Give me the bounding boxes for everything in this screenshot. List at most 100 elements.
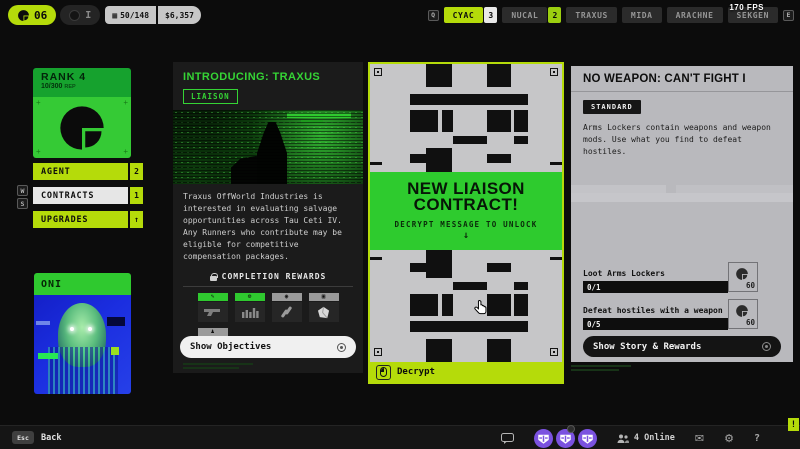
rep-reward-box: 60 <box>728 299 758 329</box>
modules-value: 50/148 <box>120 11 149 20</box>
back-button[interactable]: Back <box>41 433 61 443</box>
credits-value: $6,357 <box>165 11 194 20</box>
divider <box>571 91 793 92</box>
notification-badge[interactable]: ! <box>788 418 799 431</box>
mail-icon[interactable]: ✉ <box>695 433 704 444</box>
prev-faction-key-hint: Q <box>428 10 439 21</box>
nav-key-hints: W S <box>17 185 28 209</box>
rank-panel: RANK 4 10/300 REP + + + + <box>33 68 131 158</box>
rep-reward-box: 60 <box>728 262 758 292</box>
tab-nucal[interactable]: NUCAL 2 <box>502 7 561 23</box>
rank-title: RANK 4 <box>41 71 131 83</box>
tab-mida[interactable]: MIDA <box>622 7 662 23</box>
glitch-block <box>36 321 50 325</box>
registration-mark <box>550 348 558 356</box>
glitch-block <box>111 347 119 355</box>
fine-print-deco <box>183 367 239 369</box>
intro-title: INTRODUCING: TRAXUS <box>183 71 353 83</box>
gear-icon: ⚙ <box>248 294 252 300</box>
liaison-intro-panel: INTRODUCING: TRAXUS LIAISON Traxus OffWo… <box>173 62 363 373</box>
esc-key-hint: Esc <box>12 431 34 444</box>
traxus-key-art <box>173 110 363 184</box>
rep-value: 10/300 <box>41 83 62 90</box>
tier-badge: STANDARD <box>583 100 641 114</box>
glitch-block <box>38 353 58 359</box>
oni-panel: ONI <box>34 273 131 394</box>
tab-cyac-badge: 3 <box>484 7 497 23</box>
cyac-logo-icon <box>56 102 108 154</box>
online-status: 4 Online <box>617 433 675 443</box>
help-icon[interactable]: ? <box>754 433 760 444</box>
stat-bars-icon <box>241 306 259 318</box>
crystal-icon <box>317 306 331 319</box>
objective-progress-bar: 0/5 <box>583 318 728 330</box>
credits-counter: $6,357 <box>158 6 201 24</box>
mouse-icon <box>380 367 387 377</box>
corner-mark: + <box>36 148 41 156</box>
agent-badge: 2 <box>130 163 143 180</box>
reward-equalizer[interactable]: ⚙ <box>235 293 265 322</box>
nav-item-contracts[interactable]: CONTRACTS 1 <box>33 187 146 204</box>
fine-print-deco <box>571 365 631 367</box>
rank-header: RANK 4 10/300 REP <box>33 68 131 97</box>
cyac-logo-icon <box>735 267 749 281</box>
cyac-logo-icon <box>735 304 749 318</box>
objective-progress-bar: 0/1 <box>583 281 728 293</box>
weapon-mod-icon: ✎ <box>211 294 215 300</box>
toggle-ring-icon <box>337 343 346 352</box>
left-nav-menu: AGENT 2 CONTRACTS 1 UPGRADES ↑ <box>33 163 146 235</box>
people-icon <box>617 434 629 443</box>
corner-mark: + <box>123 148 128 156</box>
player-rank-pill[interactable]: 06 <box>8 5 56 25</box>
oni-portrait <box>34 295 131 394</box>
lock-icon <box>210 276 217 281</box>
intro-description: Traxus OffWorld Industries is interested… <box>183 191 353 263</box>
player-avatar[interactable] <box>534 429 553 448</box>
bullets-icon <box>280 305 294 319</box>
reward-ammo[interactable]: ◉ <box>272 293 302 322</box>
bottom-bar: Esc Back 4 Online ✉ ⚙ ? <box>0 425 800 449</box>
decrypt-button[interactable]: Decrypt <box>370 362 562 382</box>
glitch-block <box>107 317 125 326</box>
chat-icon[interactable] <box>501 433 514 444</box>
registration-mark <box>550 68 558 76</box>
step-deco <box>571 193 793 202</box>
objective-loot: Loot Arms Lockers 0/1 <box>583 269 728 293</box>
mouse-hint-chip <box>376 365 391 380</box>
oni-hair-glitch <box>48 347 118 394</box>
nav-item-agent[interactable]: AGENT 2 <box>33 163 146 180</box>
show-story-rewards-button[interactable]: Show Story & Rewards <box>583 336 781 357</box>
loadout-value: I <box>85 10 91 21</box>
tab-arachne[interactable]: ARACHNE <box>667 7 723 23</box>
box-icon: ▣ <box>322 294 326 300</box>
top-bar: 06 I ▦ 50/148 $6,357 Q CYAC 3 NUCAL 2 <box>0 0 800 30</box>
tab-nucal-badge: 2 <box>548 7 561 23</box>
settings-gear-icon[interactable]: ⚙ <box>724 433 734 444</box>
nav-item-upgrades[interactable]: UPGRADES ↑ <box>33 211 146 228</box>
rep-label: REP <box>64 84 75 90</box>
modules-counter: ▦ 50/148 <box>105 6 156 24</box>
party-avatars <box>534 429 597 448</box>
contracts-badge: 1 <box>130 187 143 204</box>
avatar-status-badge <box>567 425 575 433</box>
step-deco <box>571 185 666 193</box>
target-icon: ◉ <box>285 294 289 300</box>
reward-material[interactable]: ▣ <box>309 293 339 322</box>
contract-detail-panel: NO WEAPON: CAN'T FIGHT I STANDARD Arms L… <box>571 66 793 362</box>
oni-eye <box>70 327 74 331</box>
oni-title: ONI <box>34 273 131 295</box>
tab-cyac[interactable]: CYAC 3 <box>444 7 498 23</box>
step-deco <box>676 185 793 193</box>
reward-weapon[interactable]: ✎ <box>198 293 228 322</box>
new-contract-banner: NEW LIAISON CONTRACT! DECRYPT MESSAGE TO… <box>370 172 562 250</box>
key-up-hint: W <box>17 185 28 196</box>
tab-traxus[interactable]: TRAXUS <box>566 7 617 23</box>
registration-mark <box>374 348 382 356</box>
loadout-pill[interactable]: I <box>60 5 100 25</box>
fps-counter: 170 FPS <box>729 3 764 12</box>
show-objectives-button[interactable]: Show Objectives <box>180 336 356 358</box>
player-avatar[interactable] <box>578 429 597 448</box>
encrypted-contract-card[interactable]: NEW LIAISON CONTRACT! DECRYPT MESSAGE TO… <box>368 62 564 384</box>
corner-mark: + <box>36 99 41 107</box>
divider <box>183 286 353 287</box>
